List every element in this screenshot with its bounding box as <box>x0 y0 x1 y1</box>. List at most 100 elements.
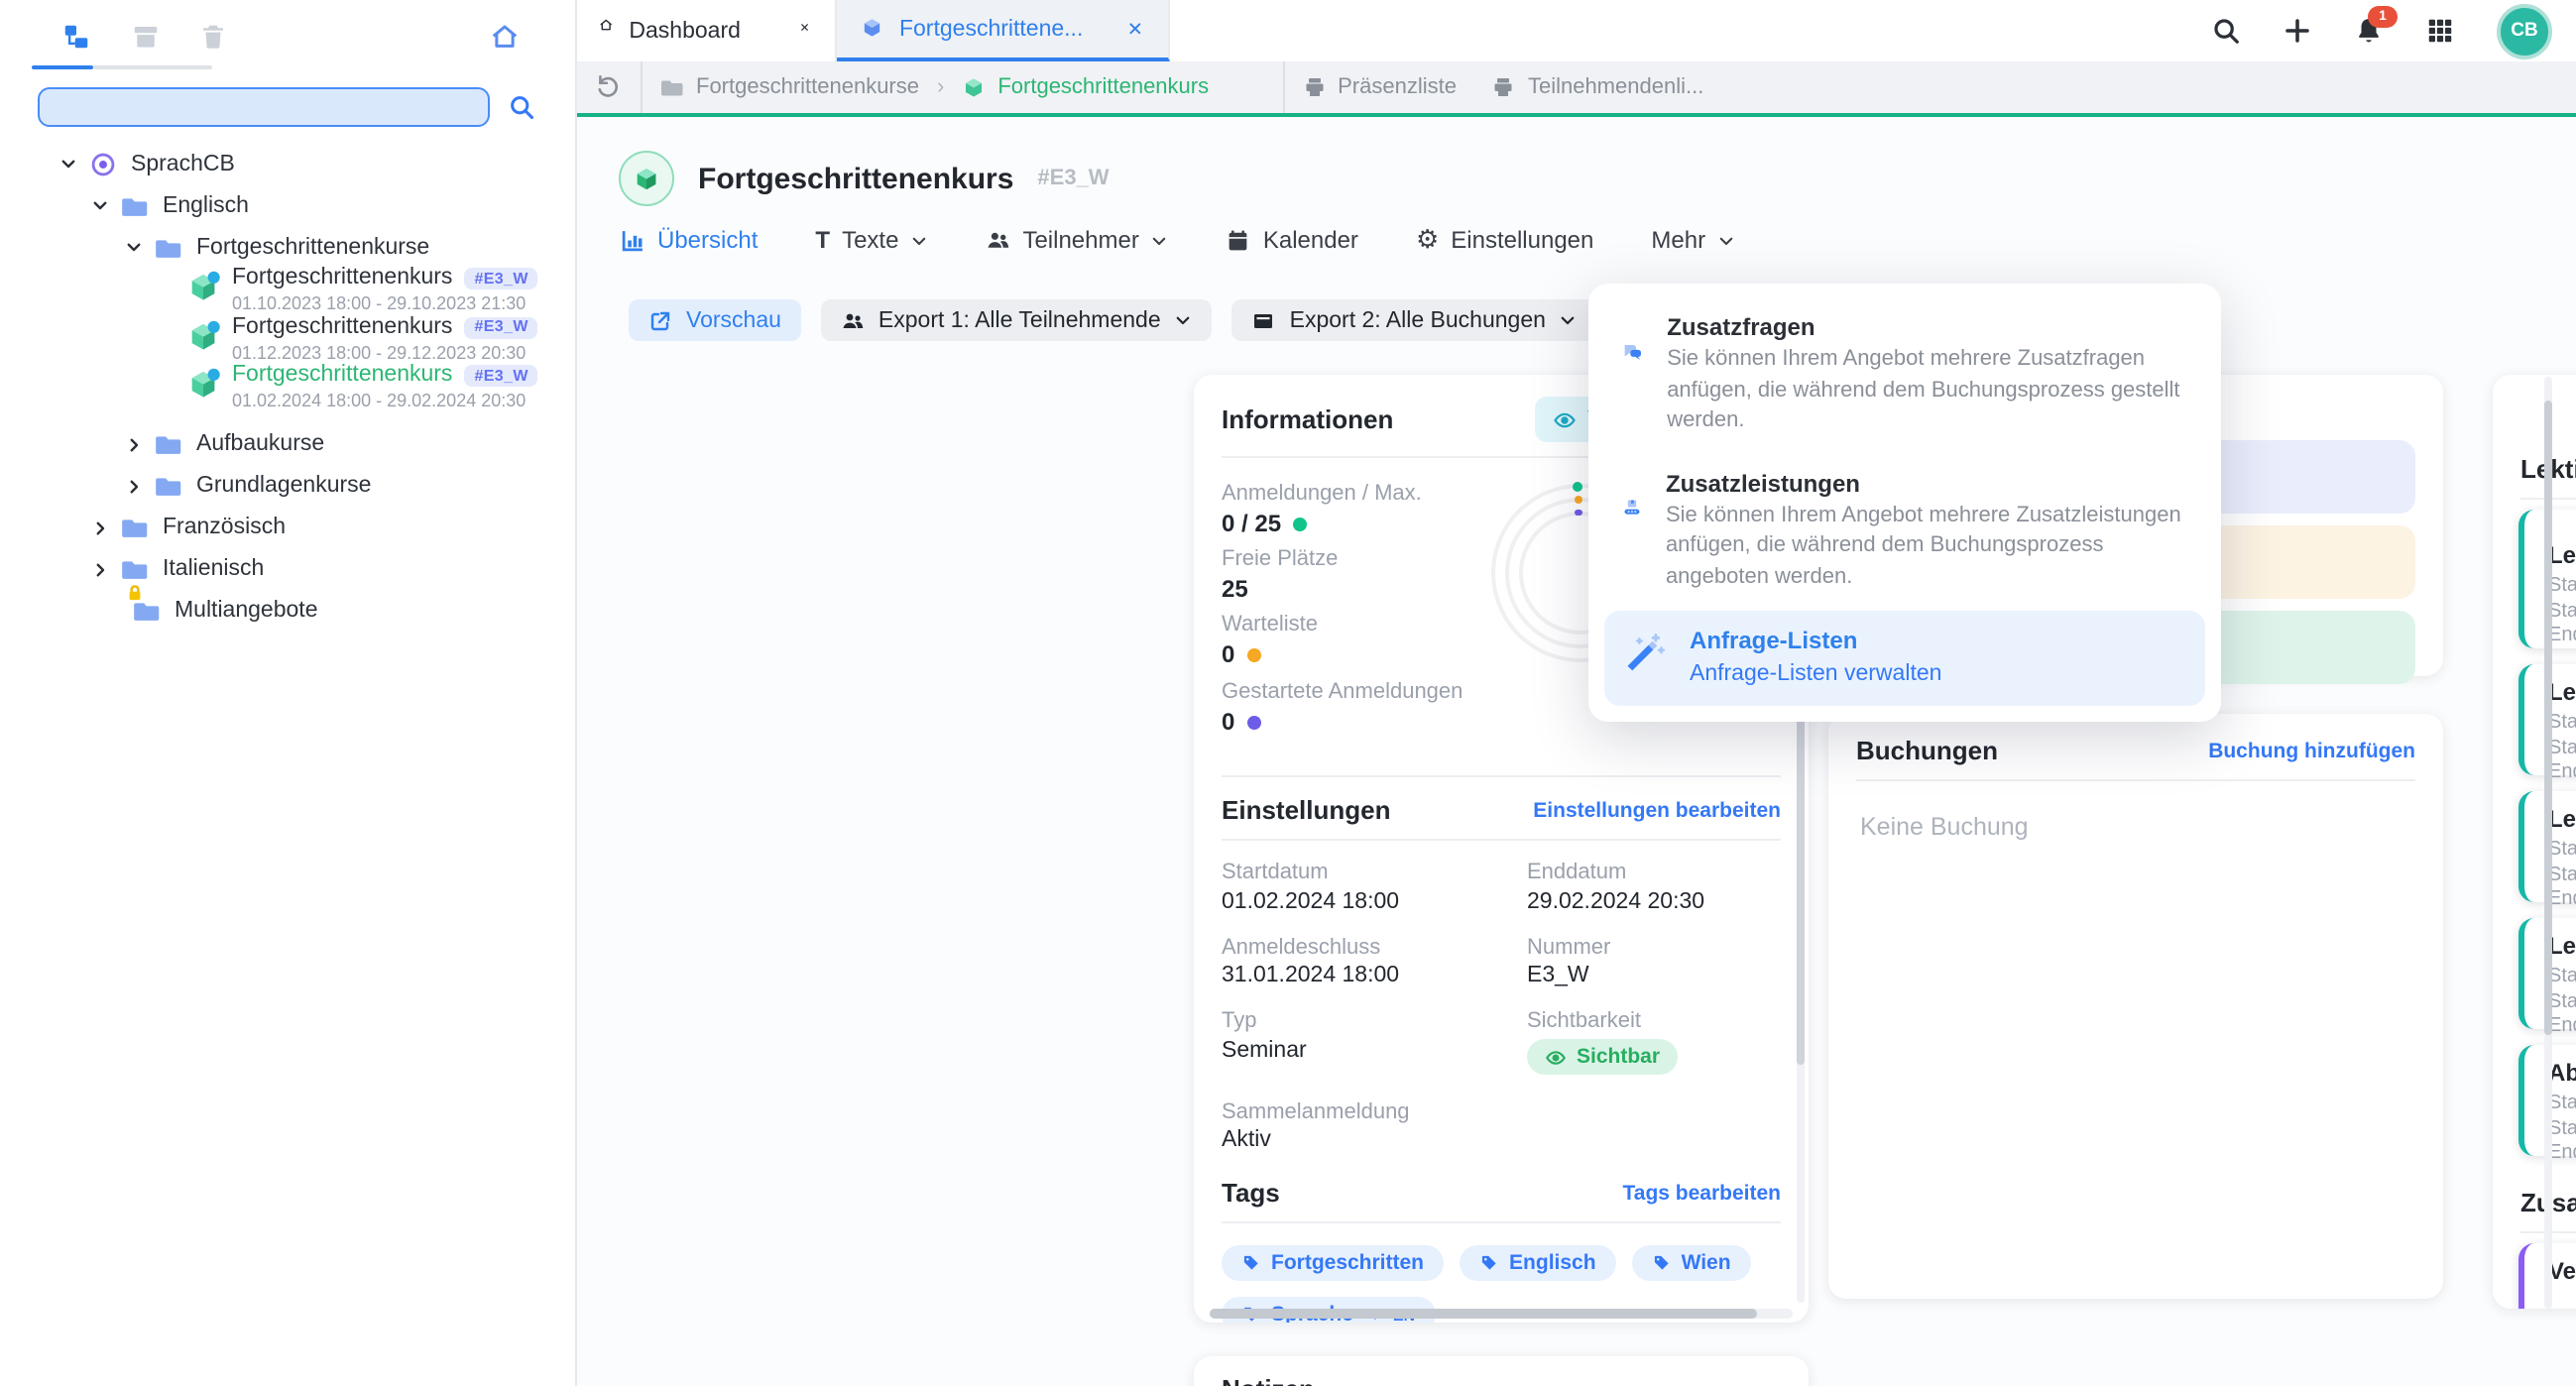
add-icon[interactable] <box>2283 16 2312 46</box>
global-search-icon[interactable] <box>2211 16 2241 46</box>
folder-icon <box>155 472 182 500</box>
section-title: Notizen <box>1222 1374 1315 1386</box>
chevron-right-icon <box>91 560 109 578</box>
tree-item-sprachcb[interactable]: SprachCB <box>0 143 575 184</box>
tree-item-multiangebote[interactable]: Multiangebote <box>0 590 575 632</box>
tree-item-englisch[interactable]: Englisch <box>0 184 575 226</box>
package-conveyor-icon <box>1622 498 1642 541</box>
notifications-bell-icon[interactable]: 1 <box>2354 16 2384 46</box>
main-content: Fortgeschrittenenkurs #E3_W Übersicht T … <box>575 117 2576 1386</box>
breadcrumb-folder[interactable]: Fortgeschrittenenkurse <box>660 75 919 99</box>
course-cube-icon <box>619 151 674 206</box>
lektionen-list: Lektion Aktionen StatusBeginnt bald Star… <box>2493 500 2576 1156</box>
tree-item-fortgeschrittenenkurse[interactable]: Fortgeschrittenenkurse <box>0 226 575 268</box>
tag-pill[interactable]: Wien <box>1632 1245 1751 1281</box>
tag-pill[interactable]: Englisch <box>1460 1245 1616 1281</box>
trash-icon[interactable] <box>198 22 228 52</box>
printer-icon <box>1302 75 1326 99</box>
chat-bubbles-icon <box>1622 341 1643 385</box>
tree-item-course-3-selected[interactable]: Fortgeschrittenenkurs #E3_W 01.02.2024 1… <box>0 365 575 413</box>
section-title: Tags <box>1222 1178 1280 1208</box>
user-avatar[interactable]: CB <box>2497 3 2552 58</box>
print-teilnehmendenliste[interactable]: Teilnehmendenli... <box>1492 75 1703 99</box>
export1-button[interactable]: Export 1: Alle Teilnehmende <box>821 299 1213 341</box>
course-code: #E3_W <box>1037 167 1109 190</box>
course-code-badge: #E3_W <box>464 269 537 290</box>
course-cube-icon <box>186 318 220 352</box>
tab-fortgeschrittenenkurs[interactable]: Fortgeschrittene... <box>837 0 1170 61</box>
course-code-badge: #E3_W <box>464 317 537 339</box>
tab-einstellungen[interactable]: ⚙ Einstellungen <box>1416 226 1593 254</box>
tree-view-icon[interactable] <box>61 22 91 52</box>
tree-search-input[interactable] <box>38 87 490 127</box>
folder-icon <box>155 430 182 458</box>
magic-wand-icon <box>1622 630 1666 673</box>
chevron-down-icon <box>1151 231 1169 249</box>
chevron-down-icon <box>125 238 143 256</box>
page-header: Fortgeschrittenenkurs #E3_W <box>619 151 1110 206</box>
menu-item-anfrage-listen[interactable]: Anfrage-Listen Anfrage-Listen verwalten <box>1604 610 2205 706</box>
chevron-down-icon <box>59 155 77 173</box>
top-tab-bar: Dashboard Fortgeschrittene... 1 <box>575 0 2576 63</box>
buchungen-card: Buchungen Buchung hinzufügen Keine Buchu… <box>1828 714 2443 1299</box>
einstellungen-bearbeiten-link[interactable]: Einstellungen bearbeiten <box>1533 798 1781 822</box>
section-title: Buchungen <box>1856 736 1998 765</box>
notification-count-badge: 1 <box>2368 6 2398 28</box>
tree-item-grundlagenkurse[interactable]: Grundlagenkurse <box>0 465 575 507</box>
sidebar-search <box>0 79 575 139</box>
calendar-icon <box>1227 228 1251 253</box>
vorschau-button[interactable]: Vorschau <box>629 299 801 341</box>
booking-card-icon <box>1252 308 1276 332</box>
tree-item-aufbaukurse[interactable]: Aufbaukurse <box>0 423 575 465</box>
sidebar-toolbar <box>0 0 575 73</box>
tree-item-course-2[interactable]: Fortgeschrittenenkurs #E3_W 01.12.2023 1… <box>0 316 575 365</box>
menu-item-zusatzfragen[interactable]: Zusatzfragen Sie können Ihrem Angebot me… <box>1604 297 2205 454</box>
course-nav: Übersicht T Texte Teilnehmer Kalender <box>621 226 1735 254</box>
tab-texte[interactable]: T Texte <box>815 226 928 254</box>
chevron-down-icon <box>91 196 109 214</box>
tree-item-italienisch[interactable]: Italienisch <box>0 548 575 590</box>
history-undo-icon[interactable] <box>595 74 621 100</box>
toolbar-indicator-track <box>93 65 212 69</box>
close-tab-icon[interactable] <box>1126 19 1144 39</box>
search-submit-icon[interactable] <box>508 93 535 121</box>
organization-icon <box>89 150 117 177</box>
tree-item-course-1[interactable]: Fortgeschrittenenkurs #E3_W 01.10.2023 1… <box>0 268 575 316</box>
lock-icon <box>125 583 145 603</box>
external-link-icon <box>648 308 672 332</box>
settings-fields: Startdatum01.02.2024 18:00 Enddatum29.02… <box>1194 841 1809 1152</box>
notizen-card: Notizen <box>1194 1356 1809 1386</box>
eye-icon <box>1552 407 1576 431</box>
buchung-hinzufuegen-link[interactable]: Buchung hinzufügen <box>2208 739 2415 762</box>
tab-teilnehmer[interactable]: Teilnehmer <box>986 226 1168 254</box>
section-title: Informationen <box>1222 404 1393 434</box>
app-window: SprachCB Englisch Fortgeschrittenenkurse <box>0 0 2576 1386</box>
print-praesenzliste[interactable]: Präsenzliste <box>1302 75 1457 99</box>
chevron-down-icon <box>1175 311 1193 329</box>
sichtbar-badge: Sichtbar <box>1527 1039 1678 1075</box>
card-horizontal-scrollbar[interactable] <box>1210 1309 1793 1319</box>
archive-icon[interactable] <box>131 22 161 52</box>
page-scrollbar[interactable] <box>2543 377 2552 1309</box>
tab-uebersicht[interactable]: Übersicht <box>621 226 758 254</box>
page-title: Fortgeschrittenenkurs <box>698 162 1013 195</box>
eye-icon <box>1545 1046 1567 1068</box>
tags-bearbeiten-link[interactable]: Tags bearbeiten <box>1623 1181 1782 1205</box>
folder-icon <box>121 555 149 583</box>
sidebar: SprachCB Englisch Fortgeschrittenenkurse <box>0 0 577 1386</box>
tab-dashboard[interactable]: Dashboard <box>575 0 837 61</box>
breadcrumb-current[interactable]: Fortgeschrittenenkurs <box>962 75 1209 99</box>
tag-icon <box>1652 1253 1672 1273</box>
home-icon[interactable] <box>490 22 520 52</box>
menu-item-zusatzleistungen[interactable]: Zusatzleistungen Sie können Ihrem Angebo… <box>1604 454 2205 611</box>
chevron-right-icon <box>125 435 143 453</box>
apps-grid-icon[interactable] <box>2425 16 2455 46</box>
tab-kalender[interactable]: Kalender <box>1227 226 1358 254</box>
close-tab-icon[interactable] <box>800 21 811 41</box>
tag-pill[interactable]: Fortgeschritten <box>1222 1245 1444 1281</box>
export2-button[interactable]: Export 2: Alle Buchungen <box>1232 299 1597 341</box>
tree-item-franzoesisch[interactable]: Französisch <box>0 507 575 548</box>
breadcrumb-separator: › <box>937 75 944 99</box>
mehr-dropdown-menu: Zusatzfragen Sie können Ihrem Angebot me… <box>1588 284 2221 722</box>
tab-mehr[interactable]: Mehr <box>1651 226 1735 254</box>
